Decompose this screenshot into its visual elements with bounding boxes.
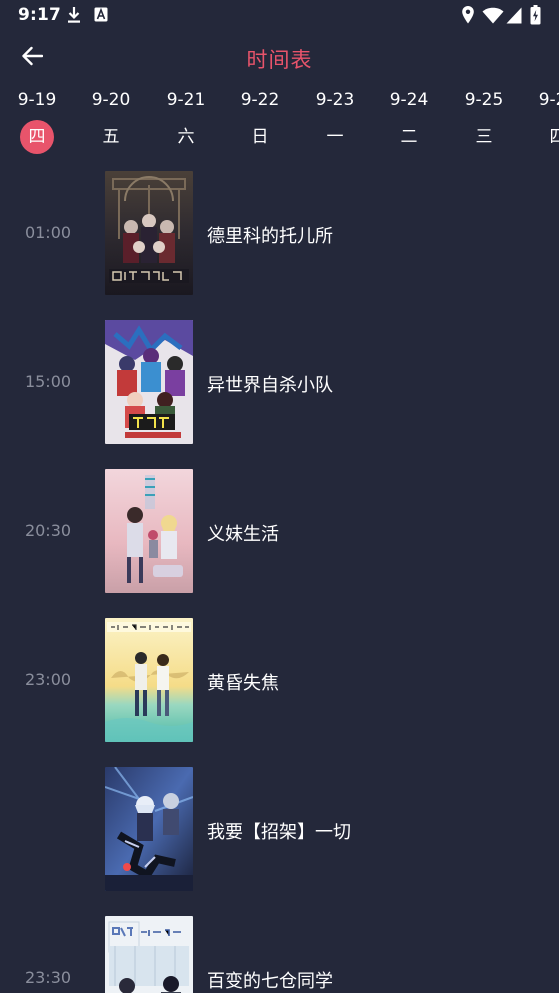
anime-poster	[105, 469, 193, 593]
schedule-item[interactable]: 01:00 德里科的托儿所	[0, 171, 559, 297]
day-tab[interactable]: 9-23 一	[297, 84, 373, 156]
air-time: 15:00	[24, 372, 72, 391]
day-weekday: 四	[549, 127, 559, 147]
wifi-icon	[482, 7, 504, 28]
day-tab[interactable]: 9-19 四	[0, 84, 75, 156]
schedule-item[interactable]: 我要【招架】一切	[0, 767, 559, 893]
day-weekday: 一	[326, 127, 344, 147]
day-date: 9-26	[538, 90, 559, 110]
schedule-list: 01:00 德里科的托儿所 15:00 异世界自杀小队 20:30 义妹生活 2…	[0, 160, 559, 993]
schedule-item[interactable]: 20:30 义妹生活	[0, 469, 559, 595]
air-time: 23:30	[24, 968, 72, 987]
anime-title: 黄昏失焦	[207, 673, 279, 694]
anime-title: 异世界自杀小队	[207, 375, 333, 396]
day-tab[interactable]: 9-22 日	[222, 84, 298, 156]
day-tab[interactable]: 9-25 三	[446, 84, 522, 156]
day-weekday: 六	[177, 127, 195, 147]
anime-title: 我要【招架】一切	[207, 822, 351, 843]
date-strip: 9-19 四 9-20 五 9-21 六 9-22 日 9-23 一 9-24 …	[0, 84, 559, 160]
day-date: 9-22	[240, 90, 280, 110]
day-weekday: 日	[251, 127, 269, 147]
air-time: 01:00	[24, 223, 72, 242]
anime-title: 义妹生活	[207, 524, 279, 545]
status-bar: 9:17	[0, 0, 559, 32]
day-date: 9-25	[464, 90, 504, 110]
day-date: 9-21	[166, 90, 206, 110]
anime-poster	[105, 320, 193, 444]
day-weekday: 三	[475, 127, 493, 147]
anime-poster	[105, 618, 193, 742]
anime-poster	[105, 171, 193, 295]
anime-poster	[105, 916, 193, 993]
anime-title: 百变的七仓同学	[207, 971, 333, 992]
a-badge-icon	[94, 7, 108, 26]
day-tab[interactable]: 9-20 五	[73, 84, 149, 156]
location-icon	[461, 5, 475, 29]
day-tab[interactable]: 9-26 四	[520, 84, 559, 156]
status-time: 9:17	[18, 5, 62, 25]
anime-poster	[105, 767, 193, 891]
day-tab[interactable]: 9-24 二	[371, 84, 447, 156]
schedule-item[interactable]: 15:00 异世界自杀小队	[0, 320, 559, 446]
app-bar: 时间表	[0, 32, 559, 84]
signal-icon	[506, 7, 522, 28]
day-weekday: 二	[400, 127, 418, 147]
day-date: 9-19	[17, 90, 57, 110]
day-weekday: 五	[102, 127, 120, 147]
schedule-item[interactable]: 23:30 百变的七仓同学	[0, 916, 559, 993]
battery-icon	[530, 5, 541, 29]
day-date: 9-24	[389, 90, 429, 110]
download-icon	[66, 6, 82, 28]
day-tab[interactable]: 9-21 六	[148, 84, 224, 156]
anime-title: 德里科的托儿所	[207, 226, 333, 247]
air-time: 20:30	[24, 521, 72, 540]
day-date: 9-20	[91, 90, 131, 110]
air-time: 23:00	[24, 670, 72, 689]
schedule-item[interactable]: 23:00 黄昏失焦	[0, 618, 559, 744]
day-date: 9-23	[315, 90, 355, 110]
page-title: 时间表	[246, 48, 313, 72]
day-weekday: 四	[20, 120, 54, 154]
